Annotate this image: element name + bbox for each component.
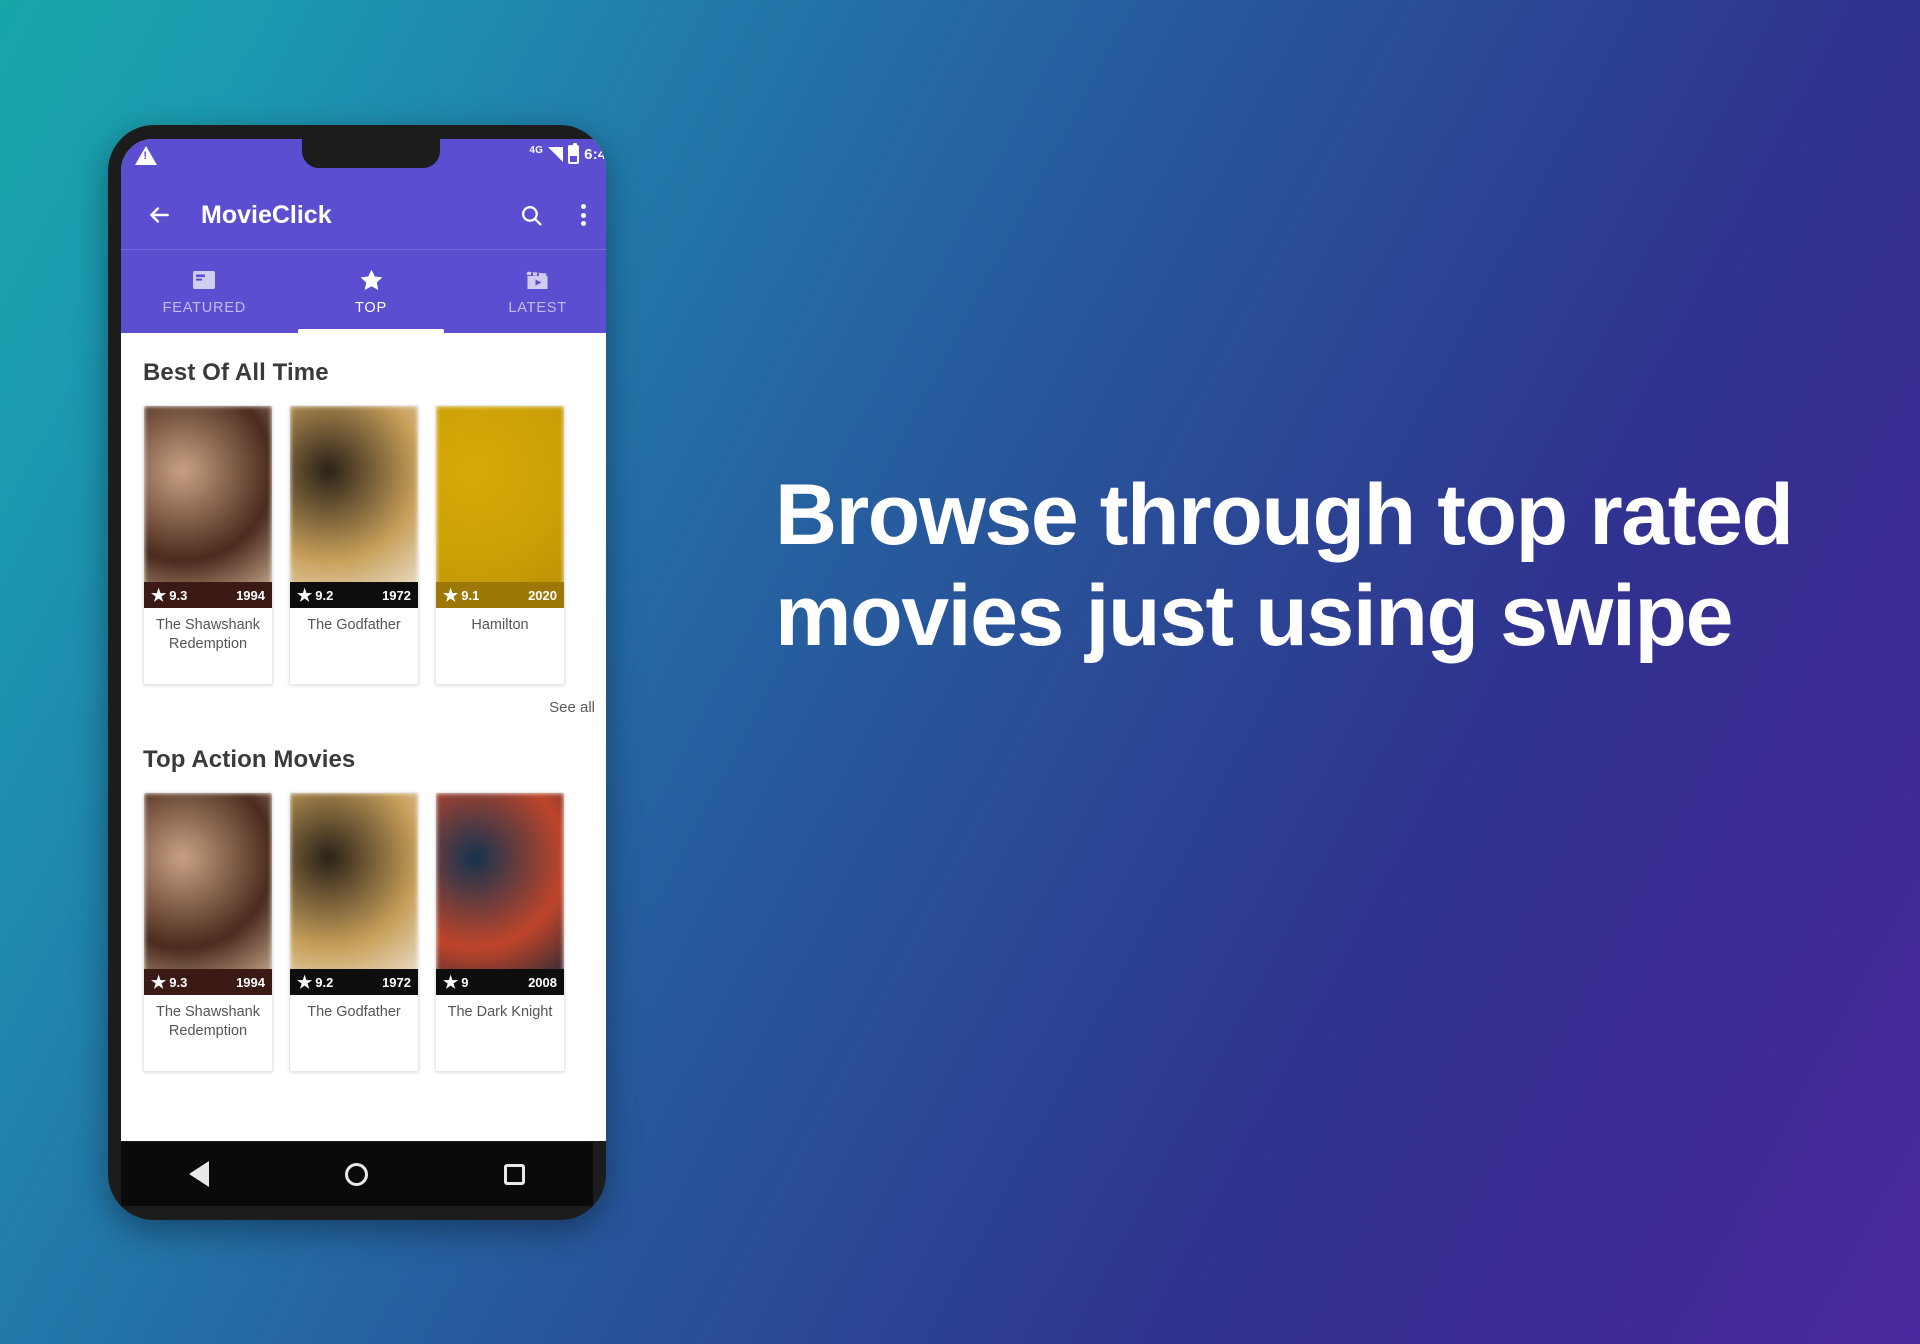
warning-triangle-icon — [135, 146, 157, 165]
rating-value: 9.2 — [315, 587, 334, 603]
release-year: 2008 — [528, 974, 557, 990]
movie-card[interactable]: ★ 9.2 1972 The Godfather — [289, 792, 419, 1072]
movie-title: The Shawshank Redemption — [156, 617, 260, 653]
battery-icon — [568, 143, 580, 164]
rating-group: ★ 9.1 — [443, 587, 479, 604]
tab-featured-label: FEATURED — [162, 299, 247, 316]
rating-bar: ★ 9 2008 — [436, 969, 564, 995]
star-icon: ★ — [297, 585, 313, 605]
rating-group: ★ 9.2 — [297, 587, 333, 604]
movie-card[interactable]: ★ 9.3 1994 The Shawshank Redemption — [143, 792, 273, 1072]
rating-group: ★ 9.3 — [151, 974, 187, 991]
status-bar: 4G 6:40 — [121, 139, 606, 181]
nav-back-triangle-icon[interactable] — [189, 1161, 209, 1187]
release-year: 1972 — [382, 587, 411, 603]
movie-poster: ★ 9.3 1994 — [144, 406, 272, 608]
star-icon — [359, 268, 384, 292]
app-bar: MovieClick — [121, 181, 606, 249]
phone-notch — [302, 139, 440, 168]
tab-latest-label: LATEST — [508, 299, 567, 316]
phone-mockup: 4G 6:40 MovieClick — [108, 125, 606, 1220]
promo-banner: 4G 6:40 MovieClick — [0, 0, 1920, 1344]
tab-latest[interactable]: LATEST — [454, 250, 606, 333]
tab-top-label: TOP — [355, 299, 387, 316]
movie-poster: ★ 9.3 1994 — [144, 793, 272, 995]
rating-bar: ★ 9.2 1972 — [290, 582, 418, 608]
movie-title: The Shawshank Redemption — [156, 1004, 260, 1040]
nav-home-circle-icon[interactable] — [345, 1162, 368, 1186]
rating-value: 9.2 — [315, 974, 334, 990]
see-all-link[interactable]: See all — [121, 685, 606, 716]
poster-image — [144, 406, 272, 608]
rating-group: ★ 9.2 — [297, 974, 333, 991]
movie-title: Hamilton — [471, 617, 529, 633]
tab-featured[interactable]: FEATURED — [121, 250, 288, 333]
tab-top[interactable]: TOP — [288, 250, 455, 333]
poster-image — [290, 793, 418, 995]
poster-image — [436, 793, 564, 995]
status-bar-right: 4G 6:40 — [529, 143, 606, 164]
network-type-label: 4G — [529, 145, 544, 156]
star-icon: ★ — [297, 972, 313, 992]
card-row-best-of-all-time[interactable]: ★ 9.3 1994 The Shawshank Redemption ★ 9.2 1972… — [121, 387, 606, 685]
movie-card[interactable]: ★ 9.2 1972 The Godfather — [289, 405, 419, 685]
search-icon[interactable] — [509, 193, 553, 237]
star-icon: ★ — [443, 972, 459, 992]
release-year: 1972 — [382, 974, 411, 990]
rating-bar: ★ 9.1 2020 — [436, 582, 564, 608]
headline-text: Browse through top rated movies just usi… — [775, 467, 1794, 665]
app-title: MovieClick — [201, 200, 332, 229]
movie-title: The Godfather — [307, 617, 401, 633]
status-bar-left — [135, 146, 157, 165]
release-year: 2020 — [528, 587, 557, 603]
movie-poster: ★ 9 2008 — [436, 793, 564, 995]
more-vertical-icon[interactable] — [561, 193, 605, 237]
nav-recents-square-icon[interactable] — [504, 1163, 525, 1185]
movie-poster: ★ 9.2 1972 — [290, 793, 418, 995]
rating-group: ★ 9.3 — [151, 587, 187, 604]
section-title-top-action-movies: Top Action Movies — [143, 746, 356, 773]
release-year: 1994 — [236, 587, 265, 603]
star-icon: ★ — [443, 585, 459, 605]
release-year: 1994 — [236, 974, 265, 990]
rating-group: ★ 9 — [443, 974, 468, 991]
star-icon: ★ — [151, 585, 167, 605]
android-nav-bar — [121, 1142, 593, 1206]
movie-title: The Dark Knight — [447, 1004, 553, 1020]
rating-value: 9.3 — [169, 587, 188, 603]
movie-title: The Godfather — [307, 1004, 401, 1020]
movie-poster: ★ 9.2 1972 — [290, 406, 418, 608]
rating-bar: ★ 9.3 1994 — [144, 969, 272, 995]
back-arrow-icon[interactable] — [137, 193, 181, 237]
rating-bar: ★ 9.2 1972 — [290, 969, 418, 995]
rating-value: 9 — [461, 974, 469, 990]
scroll-content[interactable]: Best Of All Time ★ 9.3 1994 The Shawshank R… — [121, 333, 606, 1141]
phone-body: 4G 6:40 MovieClick — [108, 125, 606, 1220]
section-title-best-of-all-time: Best Of All Time — [143, 359, 329, 386]
rating-value: 9.1 — [461, 587, 480, 603]
poster-image — [290, 406, 418, 608]
clock-label: 6:40 — [584, 146, 606, 163]
movie-card[interactable]: ★ 9.1 2020 Hamilton — [435, 405, 565, 685]
movie-card[interactable]: ★ 9.3 1994 The Shawshank Redemption — [143, 405, 273, 685]
movie-clapper-icon — [525, 268, 550, 292]
phone-screen: 4G 6:40 MovieClick — [121, 139, 606, 1141]
movie-poster: ★ 9.1 2020 — [436, 406, 564, 608]
rating-bar: ★ 9.3 1994 — [144, 582, 272, 608]
movie-card[interactable]: ★ 9 2008 The Dark Knight — [435, 792, 565, 1072]
card-row-top-action-movies[interactable]: ★ 9.3 1994 The Shawshank Redemption ★ 9.2 1972… — [121, 774, 606, 1072]
tab-bar: FEATURED TOP LATEST — [121, 249, 606, 333]
rating-value: 9.3 — [169, 974, 188, 990]
star-icon: ★ — [151, 972, 167, 992]
signal-bars-icon — [548, 147, 564, 162]
article-icon — [192, 268, 216, 292]
poster-image — [144, 793, 272, 995]
poster-image — [436, 406, 564, 608]
